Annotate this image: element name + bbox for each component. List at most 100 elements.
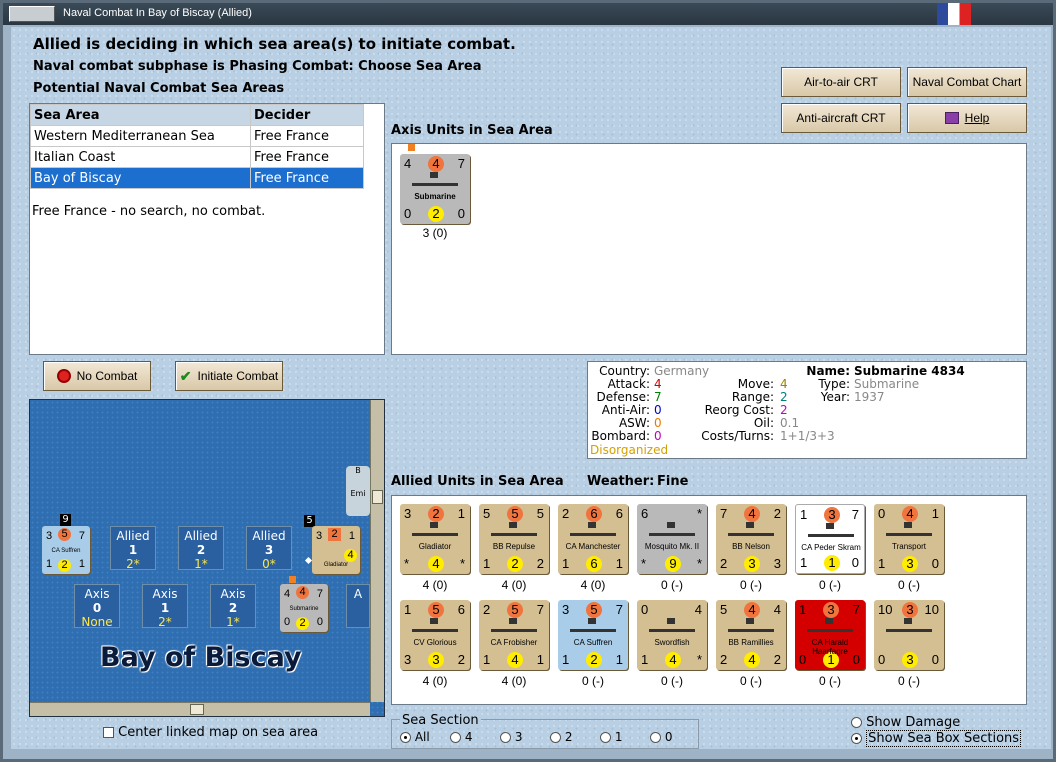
map-vertical-scrollbar[interactable] <box>370 400 384 702</box>
move-label: Move: <box>737 377 774 391</box>
unit-counter[interactable]: 1 5 6 3 3 2 CV Glorious <box>400 600 470 670</box>
counter-aa: 3 <box>404 652 412 667</box>
counter-caption: 4 (0) <box>422 578 448 592</box>
unit-counter-submarine[interactable]: 4 4 7 Submarine 0 2 0 <box>400 154 470 224</box>
map-counter-gladiator[interactable]: 3 2 1 Gladiator 4 <box>312 526 360 574</box>
table-row[interactable]: Italian Coast Free France <box>30 146 364 168</box>
counter-movement: 5 <box>586 602 602 618</box>
unit-counter[interactable]: 1 3 7 1 1 0 CA Peder Skram <box>795 504 865 574</box>
counter-aa: 0 <box>878 652 886 667</box>
scroll-thumb[interactable] <box>190 704 204 715</box>
attack-value: 4 <box>654 377 662 391</box>
counter-range: 4 <box>665 652 681 668</box>
radio-button[interactable] <box>851 733 862 744</box>
show-boxes-option[interactable]: Show Sea Box Sections <box>851 730 1022 747</box>
counter-asw: 0 <box>851 555 859 570</box>
counter-defense: 7 <box>852 602 860 617</box>
counter-defense: 2 <box>773 506 781 521</box>
unit-counter[interactable]: 1 3 7 0 1 0 CA Harald Haarfagre <box>795 600 865 670</box>
show-damage-option[interactable]: Show Damage <box>851 715 960 730</box>
year-label: Year: <box>820 390 850 404</box>
unit-silhouette-icon <box>649 618 695 632</box>
section-all[interactable]: All <box>400 730 430 744</box>
radio-button[interactable] <box>450 732 461 743</box>
allied-box-1[interactable]: Allied 1 2* <box>110 526 156 571</box>
system-menu-button[interactable] <box>9 6 55 22</box>
unit-counter[interactable]: 10 3 10 0 3 0 <box>874 600 944 670</box>
counter-asw: 3 <box>773 556 781 571</box>
section-1[interactable]: 1 <box>600 730 622 744</box>
counter-caption: 4 (0) <box>501 674 527 688</box>
axis-box-3[interactable]: A <box>346 584 370 628</box>
radio-button[interactable] <box>650 732 661 743</box>
axis-units-panel: 4 4 7 Submarine 0 2 0 3 (0) <box>391 143 1027 355</box>
allied-box-2[interactable]: Allied 2 1* <box>178 526 224 571</box>
counter-name: CV Glorious <box>413 638 457 647</box>
initiate-combat-button[interactable]: ✔ Initiate Combat <box>175 361 283 391</box>
counter-movement: 5 <box>58 528 71 541</box>
section-2[interactable]: 2 <box>550 730 572 744</box>
map-counter-suffren[interactable]: 3 5 7 CA Suffren 1 2 1 <box>42 526 90 574</box>
unit-counter[interactable]: 2 5 7 1 4 1 CA Frobisher <box>479 600 549 670</box>
anti-aircraft-crt-button[interactable]: Anti-aircraft CRT <box>781 103 901 133</box>
country-value: Germany <box>654 364 710 378</box>
section-label: All <box>414 730 430 744</box>
counter-movement <box>665 602 681 618</box>
counter-movement: 4 <box>428 156 444 172</box>
radio-button[interactable] <box>600 732 611 743</box>
sea-area-map[interactable]: B Emi 9 3 5 7 CA Suffren 1 2 1 Allied 1 2*… <box>29 399 385 717</box>
counter-attack: 4 <box>284 588 291 600</box>
counter-name: CA Peder Skram <box>801 543 861 552</box>
unit-counter[interactable]: 2 6 6 1 6 1 CA Manchester <box>558 504 628 574</box>
counter-range: 2 <box>428 206 444 222</box>
unit-counter[interactable]: 7 4 2 2 3 3 BB Nelson <box>716 504 786 574</box>
counter-caption: 0 (-) <box>661 674 683 688</box>
unit-silhouette-icon <box>728 522 774 536</box>
counter-caption: 3 (0) <box>422 226 448 240</box>
unit-counter[interactable]: 0 4 1 4 * Swordfish <box>637 600 707 670</box>
allied-box-3[interactable]: Allied 3 0* <box>246 526 292 571</box>
unit-silhouette-icon <box>807 618 853 632</box>
unit-counter[interactable]: 0 4 1 1 3 0 Transport <box>874 504 944 574</box>
axis-box-0[interactable]: Axis 0 None <box>74 584 120 629</box>
counter-defense: 7 <box>536 602 544 617</box>
sea-area-table: Sea Area Decider Western Mediterranean S… <box>30 104 364 189</box>
unit-counter[interactable]: 5 5 5 1 2 2 BB Repulse <box>479 504 549 574</box>
unit-counter[interactable]: 3 5 7 1 2 1 CA Suffren <box>558 600 628 670</box>
counter-asw: 1 <box>536 652 544 667</box>
no-combat-button[interactable]: No Combat <box>43 361 151 391</box>
air-to-air-crt-button[interactable]: Air-to-air CRT <box>781 67 901 97</box>
counter-attack: 3 <box>404 506 412 521</box>
axis-box-2[interactable]: Axis 2 1* <box>210 584 256 629</box>
map-horizontal-scrollbar[interactable] <box>30 702 370 716</box>
radio-button[interactable] <box>550 732 561 743</box>
table-row-selected[interactable]: Bay of Biscay Free France <box>30 167 364 189</box>
center-map-checkbox[interactable] <box>103 727 114 738</box>
axis-box-1[interactable]: Axis 1 2* <box>142 584 188 629</box>
box-label: Axis <box>220 587 246 601</box>
unit-counter[interactable]: 6 * * 9 * Mosquito Mk. II <box>637 504 707 574</box>
unit-counter[interactable]: 5 4 4 2 4 2 BB Ramillies <box>716 600 786 670</box>
map-counter-submarine[interactable]: 4 4 7 Submarine 0 2 0 <box>280 584 328 632</box>
section-4[interactable]: 4 <box>450 730 472 744</box>
counter-name: CA Suffren <box>573 638 613 647</box>
scroll-thumb[interactable] <box>372 490 383 504</box>
help-button[interactable]: Help <box>907 103 1027 133</box>
counter-aa: 1 <box>483 556 491 571</box>
center-map-option[interactable]: Center linked map on sea area <box>103 725 318 740</box>
table-row[interactable]: Western Mediterranean Sea Free France <box>30 125 364 147</box>
section-3[interactable]: 3 <box>500 730 522 744</box>
section-0[interactable]: 0 <box>650 730 672 744</box>
col-decider[interactable]: Decider <box>250 104 364 126</box>
counter-name: Gladiator <box>418 542 452 551</box>
naval-combat-chart-button[interactable]: Naval Combat Chart <box>907 67 1027 97</box>
col-sea-area[interactable]: Sea Area <box>30 104 251 126</box>
radio-button[interactable] <box>851 717 862 728</box>
counter-defense: 6 <box>457 602 465 617</box>
anti-aircraft-label: Anti-aircraft CRT <box>796 111 886 125</box>
oil-value: 0.1 <box>780 416 800 430</box>
radio-button[interactable] <box>400 732 411 743</box>
radio-button[interactable] <box>500 732 511 743</box>
unit-counter[interactable]: 3 2 1 * 4 * Gladiator <box>400 504 470 574</box>
initiate-combat-label: Initiate Combat <box>197 369 279 383</box>
